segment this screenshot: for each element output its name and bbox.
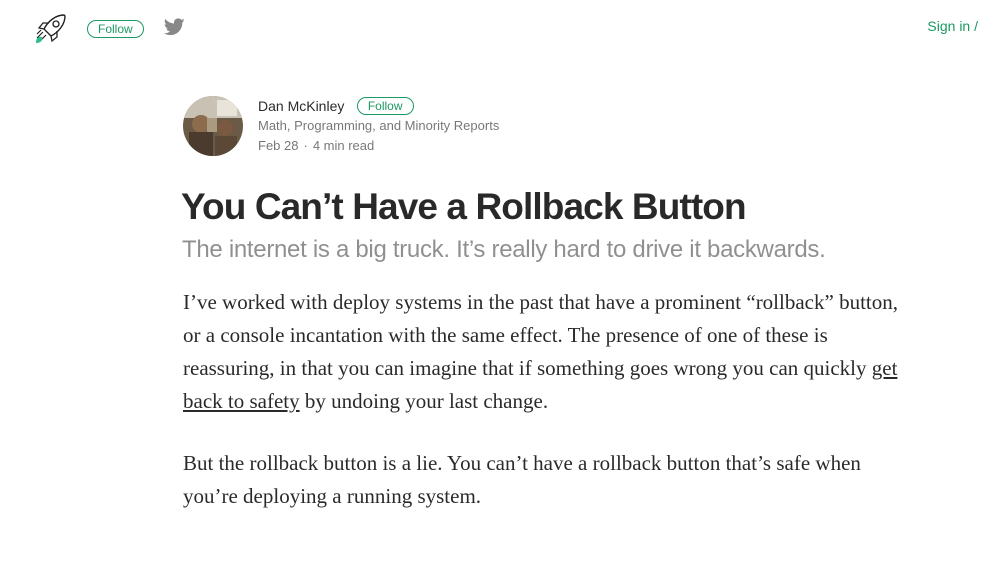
read-time: 4 min read (312, 138, 375, 153)
author-avatar[interactable] (183, 96, 243, 156)
author-name[interactable]: Dan McKinley (258, 96, 344, 116)
signin-label[interactable]: Sign in / (927, 18, 978, 34)
post-date[interactable]: Feb 28 (258, 138, 298, 153)
meta-separator: · (303, 138, 308, 153)
paragraph-1-text-start: I’ve worked with deploy systems in the p… (183, 290, 898, 380)
paragraph-1: I’ve worked with deploy systems in the p… (183, 286, 903, 418)
follow-publication-button[interactable]: Follow (87, 20, 144, 38)
paragraph-2: But the rollback button is a lie. You ca… (183, 451, 861, 508)
follow-author-button[interactable]: Follow (356, 97, 414, 115)
article-title: You Can’t Have a Rollback Button (181, 186, 747, 227)
author-bio: Math, Programming, and Minority Reports (258, 118, 500, 133)
signin-link[interactable]: Sign in / (927, 18, 978, 34)
twitter-icon[interactable] (163, 18, 185, 38)
article-subtitle: The internet is a big truck. It’s really… (182, 236, 826, 263)
post-meta: Feb 28 · 4 min read (258, 137, 618, 155)
paragraph-1-text-end: by undoing your last change. (299, 389, 549, 413)
rocket-icon[interactable] (34, 12, 68, 46)
author-meta: Dan McKinley Follow Math, Programming, a… (258, 96, 618, 155)
